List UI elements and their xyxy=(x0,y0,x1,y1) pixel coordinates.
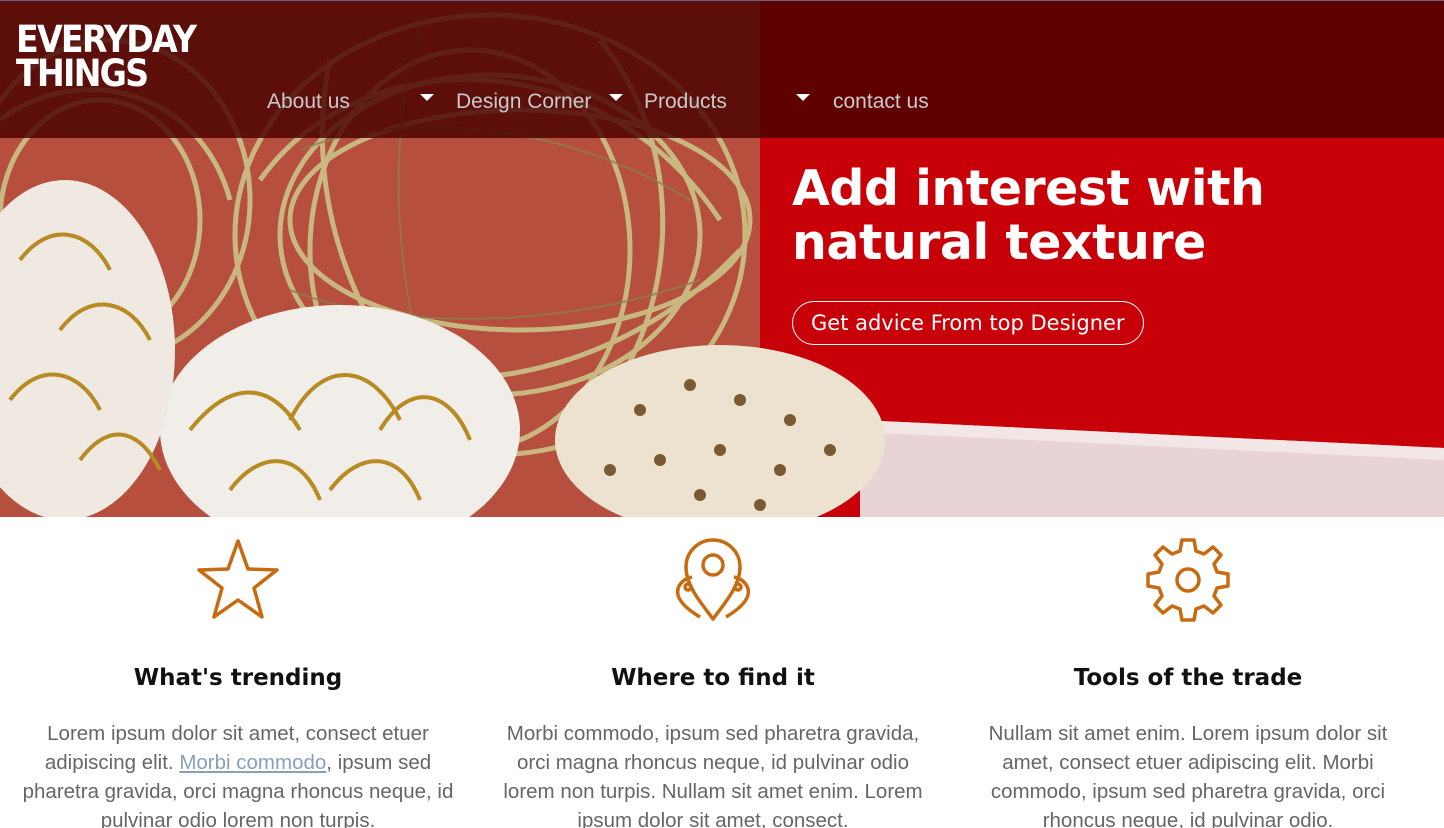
top-navigation-bar: EVERYDAY THINGS About us Design Corner P… xyxy=(0,0,1444,138)
map-pin-icon xyxy=(675,538,751,621)
get-advice-button[interactable]: Get advice From top Designer xyxy=(792,301,1144,345)
feature-title: Where to find it xyxy=(611,665,815,691)
gear-icon xyxy=(1146,538,1230,622)
hero-banner: EVERYDAY THINGS About us Design Corner P… xyxy=(0,0,1444,517)
feature-text: Morbi commodo, ipsum sed pharetra gravid… xyxy=(503,722,923,828)
brand-logo[interactable]: EVERYDAY THINGS xyxy=(16,21,197,95)
star-icon xyxy=(197,539,279,619)
chevron-down-icon[interactable] xyxy=(609,94,623,101)
feature-whats-trending: What's trending Lorem ipsum dolor sit am… xyxy=(8,535,468,828)
feature-where-to-find-it: Where to find it Morbi commodo, ipsum se… xyxy=(483,535,943,828)
nav-item-contact-us[interactable]: contact us xyxy=(833,87,929,117)
chevron-down-icon[interactable] xyxy=(420,94,434,101)
hero-headline-line1: Add interest with xyxy=(792,160,1265,217)
nav-item-label: About us xyxy=(267,90,350,113)
chevron-down-icon[interactable] xyxy=(796,94,810,101)
morbi-commodo-link[interactable]: Morbi commodo xyxy=(179,751,326,774)
nav-item-products[interactable]: Products xyxy=(644,87,727,117)
nav-item-about-us[interactable]: About us xyxy=(267,87,350,117)
nav-item-label: Design Corner xyxy=(456,90,592,113)
nav-item-design-corner[interactable]: Design Corner xyxy=(456,87,591,117)
feature-text: Lorem ipsum dolor sit amet, consect etue… xyxy=(8,719,468,828)
hero-headline: Add interest with natural texture xyxy=(792,162,1392,270)
hero-headline-line2: natural texture xyxy=(792,214,1206,271)
main-nav: About us Design Corner Products contact … xyxy=(0,87,1000,117)
feature-title: What's trending xyxy=(133,665,343,691)
feature-tools-of-the-trade: Tools of the trade Nullam sit amet enim.… xyxy=(958,535,1418,828)
feature-text: Nullam sit amet enim. Lorem ipsum dolor … xyxy=(988,722,1388,828)
brand-logo-line2: THINGS xyxy=(16,52,149,95)
nav-item-label: Products xyxy=(644,90,727,113)
nav-item-label: contact us xyxy=(833,90,929,113)
feature-title: Tools of the trade xyxy=(1073,665,1303,691)
